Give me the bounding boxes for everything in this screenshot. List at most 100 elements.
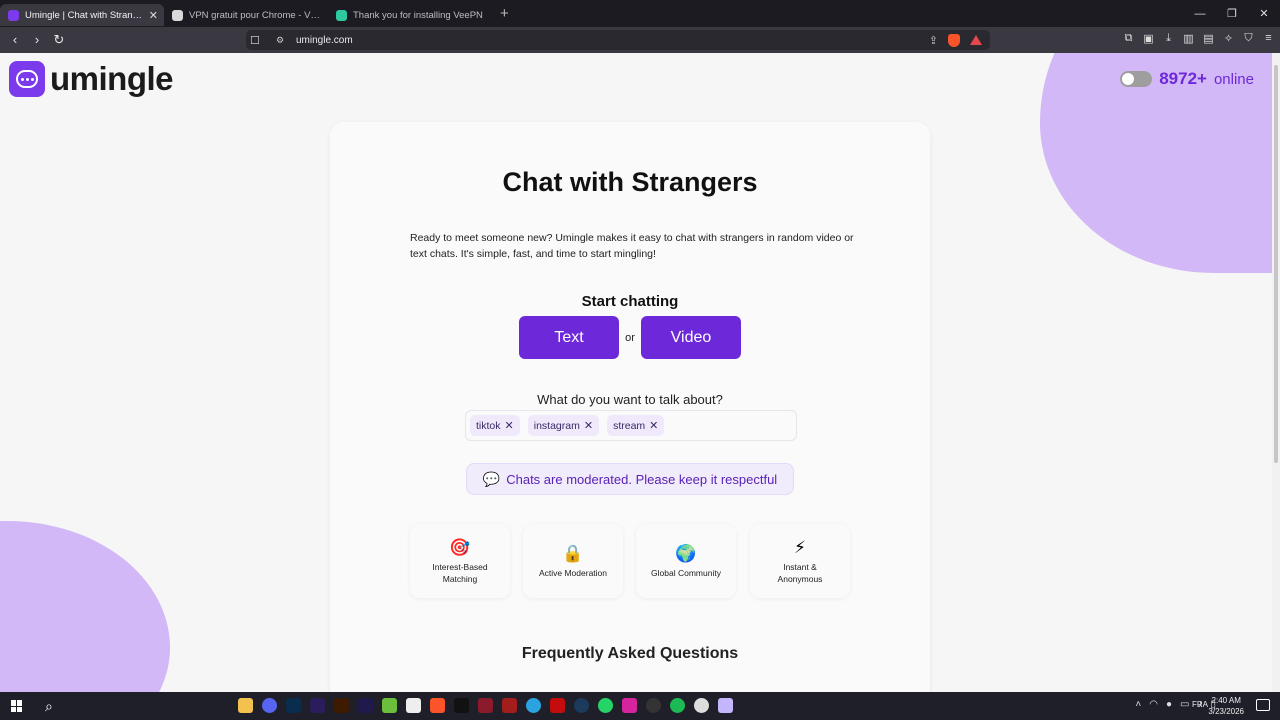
clock[interactable]: 2:40 AM 3/23/2026 (1208, 695, 1244, 717)
red-app-icon[interactable] (550, 698, 565, 713)
menu-icon[interactable]: ≡ (1263, 32, 1274, 45)
telegram-icon[interactable] (526, 698, 541, 713)
share-icon[interactable]: ⇪ (929, 34, 938, 47)
url-text[interactable]: umingle.com (296, 35, 353, 46)
webpage: umingle 8972+ online ✦ ✦ ✸ Chat with Str… (0, 53, 1280, 692)
wifi-icon[interactable]: ◠ (1149, 699, 1158, 710)
display-icon[interactable]: ▭ (1180, 699, 1189, 710)
remove-tag-icon[interactable]: ✕ (584, 419, 593, 432)
speech-bubble-icon: 💬 (482, 470, 501, 487)
tiktok-icon[interactable] (454, 698, 469, 713)
feature-label: Global Community (651, 567, 721, 578)
mic-icon[interactable]: ● (1166, 699, 1172, 710)
interest-tag: instagram ✕ (527, 415, 600, 436)
premiere-icon[interactable] (310, 698, 325, 713)
browser-tab-strip: Umingle | Chat with Strangers ✕ VPN grat… (0, 0, 1280, 27)
brave-icon[interactable] (430, 698, 445, 713)
windows-start-icon[interactable] (11, 700, 23, 712)
close-window-button[interactable]: ✕ (1248, 7, 1280, 20)
vpn-icon[interactable]: ⛉ (1243, 32, 1254, 45)
file-explorer-icon[interactable] (238, 698, 253, 713)
interest-tag: stream ✕ (607, 415, 665, 436)
extensions-icon[interactable]: ⧉ (1123, 32, 1134, 45)
theme-toggle[interactable] (1120, 71, 1153, 87)
target-icon: 🎯 (449, 537, 471, 557)
page-scrollbar[interactable] (1272, 53, 1280, 692)
language-indicator[interactable]: FRA (1192, 700, 1208, 709)
site-logo[interactable]: umingle (9, 60, 174, 98)
online-count: 8972+ (1159, 69, 1207, 88)
window-controls: — ❐ ✕ (1184, 0, 1280, 27)
notification-icon[interactable] (1256, 699, 1270, 711)
tag-label: stream (613, 419, 646, 432)
site-info-icon[interactable]: ⚙ (276, 35, 284, 46)
steam-icon[interactable] (574, 698, 589, 713)
tag-label: tiktok (476, 419, 501, 432)
or-label: or (625, 332, 635, 344)
close-tab-icon[interactable]: ✕ (149, 9, 158, 22)
remove-tag-icon[interactable]: ✕ (649, 419, 658, 432)
umingle-app-icon[interactable] (718, 698, 733, 713)
remove-tag-icon[interactable]: ✕ (505, 419, 514, 432)
discord-icon[interactable] (262, 698, 277, 713)
notepad-icon[interactable] (382, 698, 397, 713)
decorative-blob-bottom-left (0, 521, 170, 692)
wallet-icon[interactable]: ▣ (1143, 32, 1154, 45)
sidebar-icon[interactable]: ▥ (1183, 32, 1194, 45)
restore-button[interactable]: ❐ (1216, 7, 1248, 20)
illustrator-icon[interactable] (334, 698, 349, 713)
address-bar[interactable]: ☐ ⚙ umingle.com ⇪ (246, 30, 990, 50)
intro-text: Ready to meet someone new? Umingle makes… (410, 232, 854, 260)
page-title: Chat with Strangers (502, 167, 758, 197)
feature-label: Interest-Based Matching (432, 561, 488, 584)
bookmark-icon[interactable]: ☐ (250, 34, 260, 47)
forward-arrow-icon[interactable]: › (28, 31, 46, 49)
new-tab-button[interactable]: + (500, 5, 509, 22)
reload-icon[interactable]: ↻ (50, 31, 68, 49)
download-icon[interactable]: ⤓ (1163, 32, 1174, 45)
instagram-icon[interactable] (622, 698, 637, 713)
game-app-icon[interactable] (502, 698, 517, 713)
text-chat-button[interactable]: Text (519, 316, 619, 359)
obs-icon[interactable] (646, 698, 661, 713)
interests-input[interactable]: tiktok ✕ instagram ✕ stream ✕ (465, 410, 797, 441)
feature-card-instant-anonymous: ⚡ Instant & Anonymous (750, 524, 850, 598)
search-icon[interactable]: ⌕ (45, 698, 53, 715)
tab-umingle[interactable]: Umingle | Chat with Strangers ✕ (0, 4, 164, 26)
tab-veepn[interactable]: Thank you for installing VeePN (328, 4, 492, 26)
faq-heading: Frequently Asked Questions (521, 645, 739, 662)
feature-card-interest-matching: 🎯 Interest-Based Matching (410, 524, 510, 598)
tab-vpn-pro[interactable]: VPN gratuit pour Chrome - VPN Pro (164, 4, 328, 26)
moderation-text: Chats are moderated. Please keep it resp… (506, 471, 778, 487)
after-effects-icon[interactable] (358, 698, 373, 713)
video-chat-button[interactable]: Video (641, 316, 741, 359)
chevron-up-icon[interactable]: ˄ (1135, 699, 1141, 710)
lock-icon: 🔒 (562, 543, 584, 563)
time: 2:40 AM (1211, 696, 1241, 705)
tab-title: Umingle | Chat with Strangers (25, 9, 143, 21)
browser-toolbar: ‹ › ↻ ☐ ⚙ umingle.com ⇪ ⧉ ▣ ⤓ ▥ ▤ ✧ ⛉ ≡ (0, 27, 1280, 53)
chat-bubble-logo-icon (9, 61, 45, 97)
capcut-icon[interactable] (406, 698, 421, 713)
whatsapp-icon[interactable] (598, 698, 613, 713)
brave-rewards-icon[interactable] (970, 35, 982, 45)
minimize-button[interactable]: — (1184, 8, 1216, 20)
toolbar-extensions: ⧉ ▣ ⤓ ▥ ▤ ✧ ⛉ ≡ (1123, 32, 1274, 45)
online-indicator: 8972+ online (1120, 69, 1254, 89)
media-app-icon[interactable] (478, 698, 493, 713)
main-card: Chat with Strangers Ready to meet someon… (330, 122, 930, 692)
spotify-icon[interactable] (670, 698, 685, 713)
topics-label: What do you want to talk about? (537, 392, 723, 407)
feature-label: Instant & Anonymous (777, 561, 823, 584)
vpn-favicon-icon (172, 9, 183, 21)
date: 3/23/2026 (1208, 707, 1244, 716)
photoshop-icon[interactable] (286, 698, 301, 713)
feature-card-moderation: 🔒 Active Moderation (523, 524, 623, 598)
brave-shield-icon[interactable] (948, 33, 960, 47)
leo-ai-icon[interactable]: ✧ (1223, 32, 1234, 45)
tab-search-icon[interactable]: ▤ (1203, 32, 1214, 45)
back-arrow-icon[interactable]: ‹ (6, 31, 24, 49)
scrollbar-thumb[interactable] (1274, 65, 1278, 463)
feature-card-global-community: 🌍 Global Community (636, 524, 736, 598)
sync-app-icon[interactable] (694, 698, 709, 713)
